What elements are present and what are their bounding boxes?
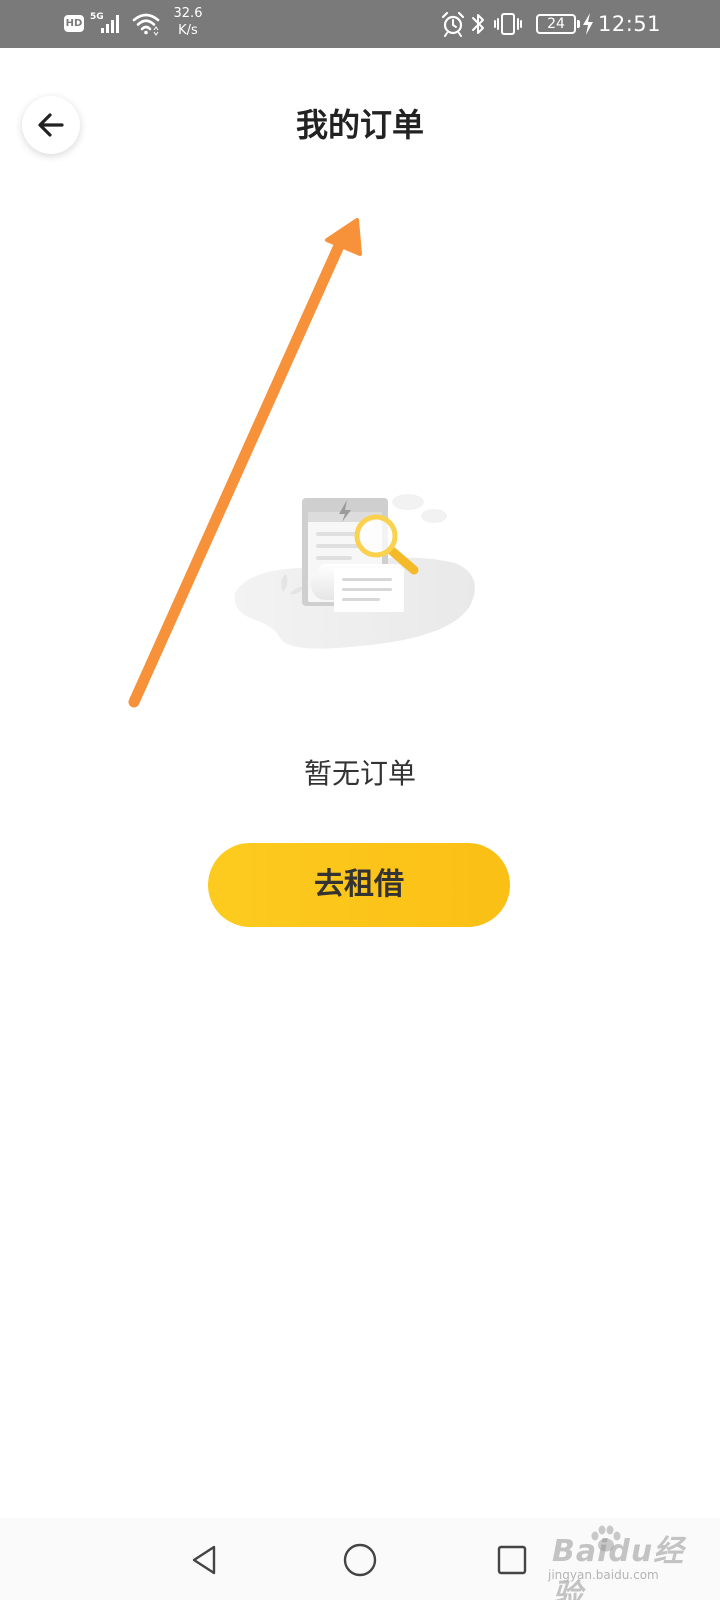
empty-orders-illustration bbox=[234, 494, 475, 649]
recents-square-icon bbox=[497, 1545, 527, 1575]
nav-back-button[interactable] bbox=[182, 1538, 226, 1582]
back-triangle-icon bbox=[192, 1545, 216, 1575]
rent-now-button[interactable]: 去租借 bbox=[208, 843, 510, 927]
watermark: Baidu经验 jingyan.baidu.com bbox=[548, 1524, 708, 1600]
home-circle-icon bbox=[343, 1543, 377, 1577]
watermark-url: jingyan.baidu.com bbox=[548, 1568, 659, 1582]
watermark-brand: Baidu经验 bbox=[552, 1534, 685, 1600]
order-list-screen: HD 5G 32.6 K/s 24 12:51 我的订单 暂无订单 去租借 Ba… bbox=[0, 0, 720, 1600]
nav-recents-button[interactable] bbox=[490, 1538, 534, 1582]
nav-home-button[interactable] bbox=[338, 1538, 382, 1582]
empty-orders-message: 暂无订单 bbox=[303, 757, 416, 790]
